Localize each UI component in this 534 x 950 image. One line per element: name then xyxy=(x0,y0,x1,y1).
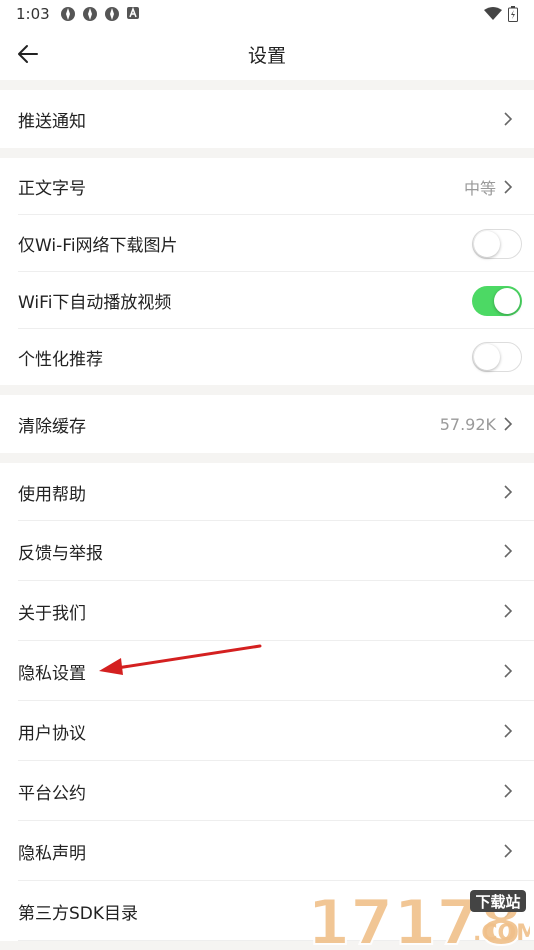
clear-cache-row[interactable]: 清除缓存 57.92K xyxy=(0,395,534,453)
page-title: 设置 xyxy=(247,45,286,67)
wifi-autoplay-video-toggle[interactable] xyxy=(472,285,522,316)
notification-icons xyxy=(60,6,140,22)
row-label: 关于我们 xyxy=(18,603,86,624)
a-notification-icon xyxy=(127,6,139,19)
annotation-arrow xyxy=(99,644,262,675)
svg-text:.COM: .COM xyxy=(473,921,530,946)
toggle-knob xyxy=(474,344,500,370)
row-label: 清除缓存 xyxy=(18,416,86,437)
row-label: WiFi下自动播放视频 xyxy=(18,293,172,313)
section-separator xyxy=(0,148,534,158)
row-label: 个性化推荐 xyxy=(18,349,103,370)
user-agreement-row[interactable]: 用户协议 xyxy=(0,701,534,761)
app-notification-icon xyxy=(105,7,119,21)
chevron-right-icon xyxy=(504,784,513,798)
wifi-image-download-toggle[interactable] xyxy=(472,228,522,259)
chevron-right-icon xyxy=(504,844,513,858)
platform-convention-row[interactable]: 平台公约 xyxy=(0,761,534,821)
section-separator xyxy=(0,385,534,395)
feedback-row[interactable]: 反馈与举报 xyxy=(0,521,534,581)
site-watermark: 17178 下载站 .COM xyxy=(306,888,530,948)
chevron-right-icon xyxy=(504,604,513,618)
chevron-right-icon xyxy=(504,485,513,499)
chevron-right-icon xyxy=(504,544,513,558)
chevron-right-icon xyxy=(504,417,513,431)
svg-text:下载站: 下载站 xyxy=(475,893,520,911)
system-icons xyxy=(484,6,518,22)
section-separator xyxy=(0,453,534,463)
row-label: 隐私设置 xyxy=(18,663,86,684)
row-label: 正文字号 xyxy=(18,179,86,199)
wifi-autoplay-video-row: WiFi下自动播放视频 xyxy=(0,272,534,329)
font-size-value: 中等 xyxy=(463,178,496,198)
battery-icon xyxy=(508,6,518,22)
row-label: 推送通知 xyxy=(18,111,86,132)
chevron-right-icon xyxy=(504,724,513,738)
row-label: 仅Wi-Fi网络下载图片 xyxy=(18,236,178,256)
personalized-recommendation-toggle[interactable] xyxy=(472,342,522,372)
row-label: 反馈与举报 xyxy=(18,543,103,564)
status-time: 1:03 xyxy=(16,5,50,23)
chevron-right-icon xyxy=(504,664,513,678)
row-label: 平台公约 xyxy=(18,783,86,804)
privacy-statement-row[interactable]: 隐私声明 xyxy=(0,821,534,881)
toggle-knob xyxy=(474,230,500,257)
personalized-recommendation-row: 个性化推荐 xyxy=(0,329,534,385)
toggle-knob xyxy=(494,287,520,314)
about-row[interactable]: 关于我们 xyxy=(0,581,534,641)
row-label: 隐私声明 xyxy=(18,843,86,864)
wifi-icon xyxy=(484,7,502,20)
status-bar: 1:03 xyxy=(0,0,534,28)
app-notification-icon xyxy=(83,7,97,21)
section-separator xyxy=(0,80,534,90)
push-notification-row[interactable]: 推送通知 xyxy=(0,90,534,148)
app-notification-icon xyxy=(61,7,75,21)
app-bar: 设置 xyxy=(0,28,534,80)
chevron-right-icon xyxy=(504,112,513,126)
privacy-settings-row[interactable]: 隐私设置 xyxy=(0,641,534,701)
cache-size-value: 57.92K xyxy=(439,414,496,434)
font-size-row[interactable]: 正文字号 中等 xyxy=(0,158,534,215)
row-label: 使用帮助 xyxy=(18,484,86,505)
chevron-right-icon xyxy=(504,179,513,194)
wifi-image-download-row: 仅Wi-Fi网络下载图片 xyxy=(0,215,534,272)
row-label: 用户协议 xyxy=(18,723,86,744)
row-label: 第三方SDK目录 xyxy=(18,903,139,924)
help-row[interactable]: 使用帮助 xyxy=(0,463,534,521)
watermark-logo: 17178 下载站 .COM xyxy=(306,888,530,948)
